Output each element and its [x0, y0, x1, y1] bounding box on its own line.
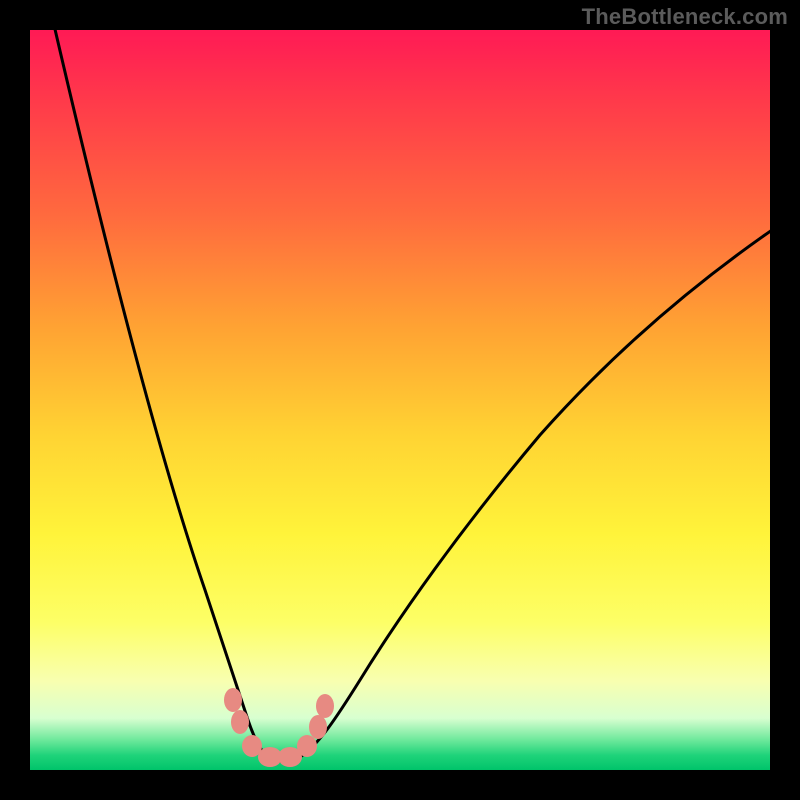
valley-markers [224, 688, 334, 767]
curve-left-branch [54, 30, 268, 758]
marker-dot [297, 735, 317, 757]
watermark-text: TheBottleneck.com [582, 4, 788, 30]
marker-dot [309, 715, 327, 739]
bottleneck-curve [30, 30, 770, 770]
marker-dot [316, 694, 334, 718]
plot-area [30, 30, 770, 770]
chart-frame: TheBottleneck.com [0, 0, 800, 800]
curve-right-branch [268, 230, 770, 761]
marker-dot [224, 688, 242, 712]
marker-dot [231, 710, 249, 734]
